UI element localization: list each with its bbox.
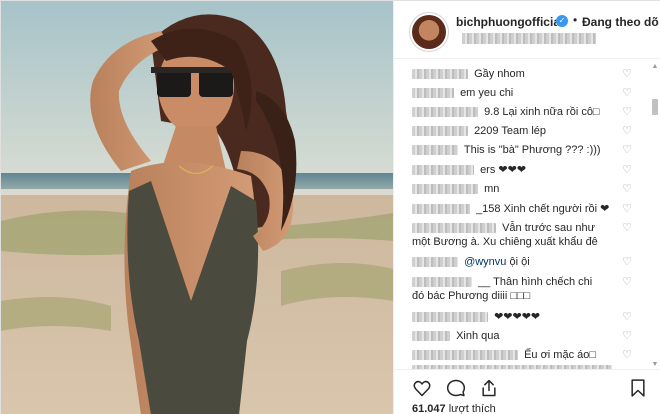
comment-text: Ếu ơi mặc áo□ xyxy=(524,349,597,361)
post-header: bichphuongofficial ✓ • Đang theo dõ xyxy=(394,1,660,59)
scroll-down-arrow-icon[interactable]: ▼ xyxy=(650,361,660,369)
comment-item: ❤❤❤❤❤ xyxy=(412,310,642,324)
comment-item: 9.8 Lại xinh nữa rồi cô□ xyxy=(412,105,642,119)
comment-item: mn xyxy=(412,182,642,196)
blurred-username[interactable] xyxy=(412,107,478,118)
comment-item: 2209 Team lép xyxy=(412,124,642,138)
comment-like-heart-icon[interactable]: ♡ xyxy=(621,164,633,176)
comment-text: 9.8 Lại xinh nữa rồi cô□ xyxy=(484,106,600,118)
comment-item: Vẫn trước sau như một Bương à. Xu chiêng… xyxy=(412,221,642,249)
comment-like-heart-icon[interactable]: ♡ xyxy=(621,68,633,80)
comment-like-heart-icon[interactable]: ♡ xyxy=(621,106,633,118)
comment-text: _158 Xinh chết người rồi ❤ xyxy=(476,203,610,215)
post-photo[interactable] xyxy=(1,1,393,414)
blurred-username[interactable] xyxy=(412,126,468,137)
comment-like-heart-icon[interactable]: ♡ xyxy=(621,311,633,323)
likes-label: lượt thích xyxy=(448,403,496,414)
comment-item: __ Thân hình chếch chi đó bác Phương dii… xyxy=(412,275,642,303)
comment-text: Xinh qua xyxy=(456,330,500,342)
comment-text: ❤❤❤❤❤ xyxy=(494,311,541,323)
comment-item: @wynvu ội ội xyxy=(412,255,642,269)
scroll-thumb[interactable] xyxy=(652,99,658,115)
following-button[interactable]: Đang theo dõ xyxy=(582,15,659,29)
comment-item: This is "bà" Phương ??? :))) xyxy=(412,143,642,157)
comment-like-heart-icon[interactable]: ♡ xyxy=(621,349,633,361)
comment-text: This is "bà" Phương ??? :))) xyxy=(463,144,601,156)
comment-bubble-icon[interactable] xyxy=(446,378,466,398)
comment-item: Gầy nhom xyxy=(412,67,642,81)
comment-text: 2209 Team lép xyxy=(474,125,547,137)
comment-text: em yeu chi xyxy=(460,87,514,99)
comment-item: Ếu ơi mặc áo□ xyxy=(412,348,642,362)
scroll-up-arrow-icon[interactable]: ▲ xyxy=(650,63,660,71)
verified-badge-icon: ✓ xyxy=(556,15,568,27)
comment-text: Gầy nhom xyxy=(474,68,525,80)
comment-like-heart-icon[interactable]: ♡ xyxy=(621,203,633,215)
comment-item: Xinh qua xyxy=(412,329,642,343)
blurred-username[interactable] xyxy=(412,145,458,156)
blurred-username[interactable] xyxy=(412,257,458,268)
comment-text: ers ❤❤❤ xyxy=(480,164,527,176)
post-actions-bar: 61.047 lượt thích xyxy=(394,369,660,414)
blurred-username[interactable] xyxy=(412,204,470,215)
comment-like-heart-icon[interactable]: ♡ xyxy=(621,87,633,99)
comment-like-heart-icon[interactable]: ♡ xyxy=(621,256,633,268)
blurred-username[interactable] xyxy=(412,165,474,176)
share-upload-icon[interactable] xyxy=(479,378,499,398)
comment-like-heart-icon[interactable]: ♡ xyxy=(621,276,633,288)
comment-text: __ Thân hình chếch chi xyxy=(478,276,593,288)
comment-item: _158 Xinh chết người rồi ❤ xyxy=(412,202,642,216)
comments-scrollbar[interactable]: ▲ ▼ xyxy=(650,63,660,369)
likes-count[interactable]: 61.047 lượt thích xyxy=(412,403,496,414)
blurred-username[interactable] xyxy=(412,69,468,80)
comment-like-heart-icon[interactable]: ♡ xyxy=(621,330,633,342)
comment-text: ội ội xyxy=(509,256,530,268)
blurred-username[interactable] xyxy=(412,312,488,323)
blurred-username[interactable] xyxy=(412,350,518,361)
comment-text-continued: một Bương à. Xu chiêng xuất khẩu đê xyxy=(412,236,598,248)
bookmark-icon[interactable] xyxy=(628,378,648,398)
comment-mention-link[interactable]: @wynvu xyxy=(464,256,506,268)
blurred-username[interactable] xyxy=(412,223,496,234)
comment-like-heart-icon[interactable]: ♡ xyxy=(621,183,633,195)
username-link[interactable]: bichphuongofficial xyxy=(456,15,563,29)
heart-outline-icon[interactable] xyxy=(412,378,432,398)
blurred-username[interactable] xyxy=(412,277,472,288)
comment-item: ers ❤❤❤ xyxy=(412,163,642,177)
comment-like-heart-icon[interactable]: ♡ xyxy=(621,125,633,137)
post-frame: bichphuongofficial ✓ • Đang theo dõ Gầy … xyxy=(0,0,660,414)
likes-number: 61.047 xyxy=(412,403,446,414)
blurred-username[interactable] xyxy=(412,88,454,99)
location-line xyxy=(456,32,596,44)
blurred-username[interactable] xyxy=(412,184,478,195)
blurred-username[interactable] xyxy=(412,331,450,342)
comment-text-continued: đó bác Phương diiii □□□ xyxy=(412,290,531,302)
avatar[interactable] xyxy=(412,15,446,49)
comment-like-heart-icon[interactable]: ♡ xyxy=(621,222,633,234)
comment-text: Vẫn trước sau như xyxy=(502,222,595,234)
separator-dot: • xyxy=(573,13,578,27)
beach-photo-illustration xyxy=(1,1,393,414)
blurred-location xyxy=(462,32,596,44)
comments-list: Gầy nhom ♡ em yeu chi ♡ 9.8 Lại xinh nữa… xyxy=(394,59,660,369)
post-side-panel: bichphuongofficial ✓ • Đang theo dõ Gầy … xyxy=(393,1,660,414)
comment-text: mn xyxy=(484,183,500,195)
comment-like-heart-icon[interactable]: ♡ xyxy=(621,144,633,156)
comment-item: em yeu chi xyxy=(412,86,642,100)
